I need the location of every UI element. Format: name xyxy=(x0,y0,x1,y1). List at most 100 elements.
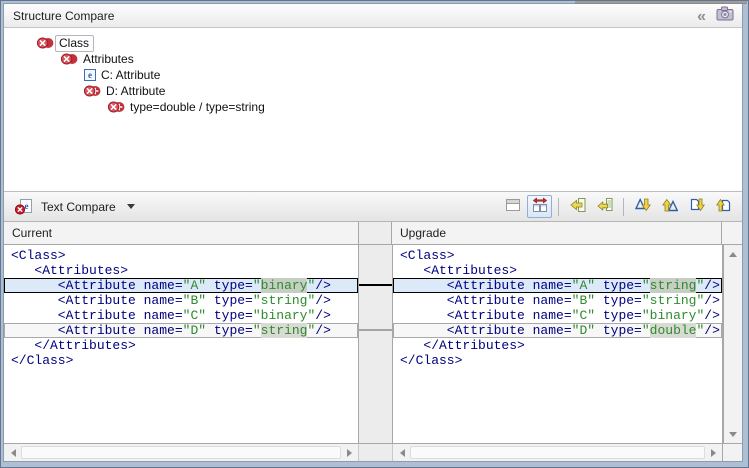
tree-item[interactable]: Attributes xyxy=(4,51,742,67)
compare-toolbar-buttons xyxy=(500,195,736,218)
next-difference-icon xyxy=(635,197,651,216)
code-text: type= xyxy=(595,308,642,323)
svg-text:e: e xyxy=(88,70,92,80)
code-text: "binary" xyxy=(253,308,315,323)
code-text: <Attribute name= xyxy=(11,293,183,308)
code-text: type= xyxy=(595,323,642,338)
previous-change-button[interactable] xyxy=(711,195,736,218)
code-text: <Attribute name= xyxy=(11,278,183,293)
selected-diff-connector xyxy=(359,284,392,286)
left-pane-header: Current xyxy=(4,222,359,244)
code-text: "C" xyxy=(183,308,206,323)
right-code-pane[interactable]: <Class> <Attributes> <Attribute name="A"… xyxy=(392,245,723,443)
code-text: <Attribute name= xyxy=(400,323,572,338)
code-line[interactable]: <Attribute name="B" type="string"/> xyxy=(4,293,358,308)
scrollbar-gap xyxy=(359,444,392,461)
code-line[interactable]: </Class> xyxy=(393,353,722,368)
compare-editor-window: Structure Compare « ClassAttributeseC: A… xyxy=(0,0,749,468)
side-by-side-swap-icon xyxy=(532,197,548,216)
scroll-left-arrow[interactable] xyxy=(394,444,410,461)
copy-current-right-to-left-button[interactable] xyxy=(592,195,617,218)
tree-item-label: D: Attribute xyxy=(106,84,165,98)
code-text: "B" xyxy=(183,293,206,308)
diff-connector-gap xyxy=(359,245,392,443)
structure-compare-tree: ClassAttributes e C: Attribute D: Attribute… xyxy=(4,28,742,191)
previous-change-icon xyxy=(716,197,732,216)
code-text: <Class> xyxy=(400,248,455,263)
collapse-chevrons-icon[interactable]: « xyxy=(697,8,704,25)
code-text: <Attributes> xyxy=(400,263,517,278)
scroll-right-arrow[interactable] xyxy=(705,444,721,461)
horizontal-scrollbar-row xyxy=(4,443,742,461)
code-line[interactable]: <Attribute name="D" type="string"/> xyxy=(4,323,358,338)
structure-compare-actions: « xyxy=(697,6,734,25)
triangle-up-icon xyxy=(729,252,737,257)
code-text: "C" xyxy=(572,308,595,323)
tree-item[interactable]: e C: Attribute xyxy=(4,67,742,83)
changed-text: binary xyxy=(261,278,308,293)
side-by-side-swap-button[interactable] xyxy=(527,195,552,218)
conflict-change-icon xyxy=(61,53,78,65)
code-line[interactable]: <Class> xyxy=(4,248,358,263)
code-text: /> xyxy=(704,293,720,308)
left-hscroll-thumb[interactable] xyxy=(21,446,341,459)
code-text: type= xyxy=(595,293,642,308)
code-line[interactable]: </Class> xyxy=(4,353,358,368)
code-line[interactable]: <Attribute name="D" type="double"/> xyxy=(393,323,722,338)
tree-item-label: C: Attribute xyxy=(101,68,160,82)
tree-item-label: Attributes xyxy=(83,52,134,66)
code-text: <Attribute name= xyxy=(400,293,572,308)
code-line[interactable]: <Attributes> xyxy=(4,263,358,278)
pane-headers: Current Upgrade xyxy=(4,222,742,245)
code-text: type= xyxy=(595,278,642,293)
tree-item-label: type=double / type=string xyxy=(130,100,265,114)
changed-text: string xyxy=(650,278,697,293)
code-line[interactable]: </Attributes> xyxy=(4,338,358,353)
code-line[interactable]: <Attribute name="A" type="string"/> xyxy=(393,278,722,293)
scroll-left-arrow[interactable] xyxy=(5,444,21,461)
code-line[interactable]: <Attribute name="A" type="binary"/> xyxy=(4,278,358,293)
code-line[interactable]: <Class> xyxy=(393,248,722,263)
code-line[interactable]: </Attributes> xyxy=(393,338,722,353)
next-change-button[interactable] xyxy=(684,195,709,218)
scroll-up-arrow[interactable] xyxy=(724,246,742,262)
ancestor-pane-layout-button[interactable] xyxy=(500,195,525,218)
svg-text:e: e xyxy=(25,201,29,211)
tree-item[interactable]: D: Attribute xyxy=(4,83,742,99)
scroll-down-arrow[interactable] xyxy=(724,426,742,442)
vertical-scrollbar[interactable] xyxy=(723,245,742,443)
code-text: " xyxy=(253,278,261,293)
code-line[interactable]: <Attribute name="C" type="binary"/> xyxy=(4,308,358,323)
triangle-right-icon xyxy=(711,449,716,457)
right-horizontal-scrollbar[interactable] xyxy=(392,444,722,461)
left-code-pane[interactable]: <Class> <Attributes> <Attribute name="A"… xyxy=(4,245,359,443)
code-text: type= xyxy=(206,308,253,323)
copy-all-right-to-left-button[interactable] xyxy=(565,195,590,218)
previous-difference-icon xyxy=(662,197,678,216)
text-compare-title: Text Compare xyxy=(41,200,116,214)
right-hscroll-thumb[interactable] xyxy=(410,446,705,459)
code-text: "B" xyxy=(572,293,595,308)
code-text: "D" xyxy=(572,323,595,338)
code-text: /> xyxy=(704,323,720,338)
camera-icon[interactable] xyxy=(716,6,734,21)
code-text: /> xyxy=(315,293,331,308)
next-change-icon xyxy=(689,197,705,216)
code-line[interactable]: <Attributes> xyxy=(393,263,722,278)
tree-item[interactable]: Class xyxy=(4,35,742,51)
scroll-right-arrow[interactable] xyxy=(341,444,357,461)
code-text: <Attribute name= xyxy=(11,308,183,323)
next-difference-button[interactable] xyxy=(630,195,655,218)
tree-item[interactable]: type=double / type=string xyxy=(4,99,742,115)
code-text: "A" xyxy=(572,278,595,293)
copy-all-right-to-left-icon xyxy=(570,197,586,216)
toolbar-separator xyxy=(558,198,559,216)
code-text: <Attribute name= xyxy=(400,308,572,323)
chevron-down-icon[interactable] xyxy=(127,204,135,209)
code-text: "string" xyxy=(253,293,315,308)
code-line[interactable]: <Attribute name="C" type="binary"/> xyxy=(393,308,722,323)
changed-text: string xyxy=(261,323,308,338)
left-horizontal-scrollbar[interactable] xyxy=(4,444,359,461)
code-line[interactable]: <Attribute name="B" type="string"/> xyxy=(393,293,722,308)
previous-difference-button[interactable] xyxy=(657,195,682,218)
